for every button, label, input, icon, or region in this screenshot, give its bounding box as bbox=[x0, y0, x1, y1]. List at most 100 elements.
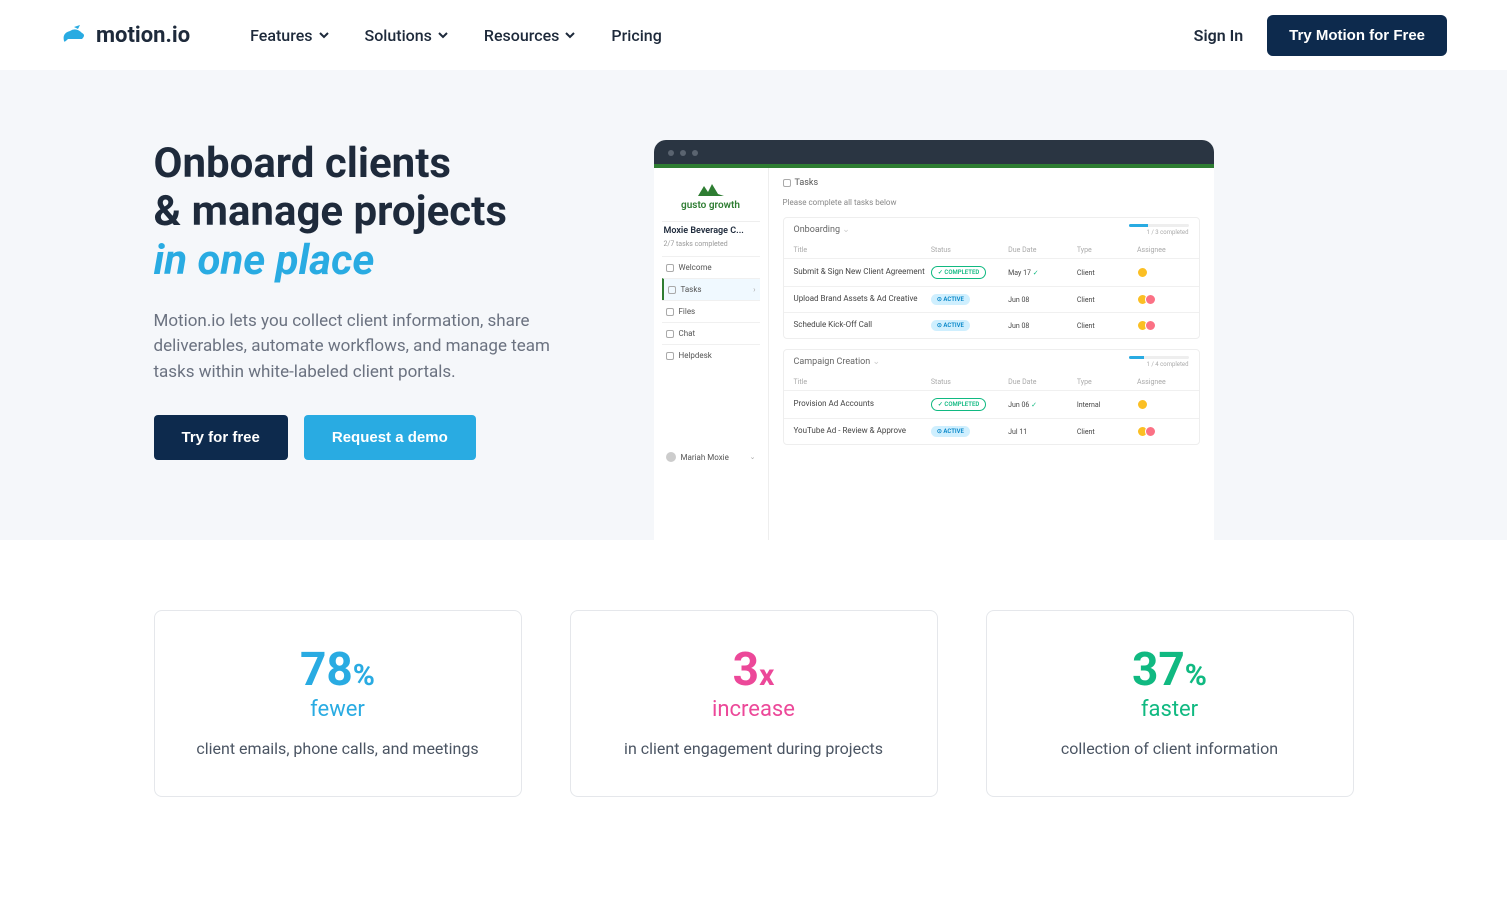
task-assignees bbox=[1137, 320, 1189, 331]
task-row[interactable]: Provision Ad Accounts ✓ COMPLETED Jun 06… bbox=[784, 390, 1199, 418]
nav-label: Features bbox=[250, 26, 312, 45]
hero-section: Onboard clients & manage projects in one… bbox=[0, 70, 1507, 540]
task-status: ⊙ ACTIVE bbox=[931, 320, 1008, 331]
project-progress: 2/7 tasks completed bbox=[662, 240, 760, 256]
column-header: Status bbox=[931, 246, 1008, 254]
nav-item-solutions[interactable]: Solutions bbox=[365, 26, 448, 45]
app-mockup: gusto growth Moxie Beverage C... 2/7 tas… bbox=[654, 140, 1214, 540]
chevron-down-icon: ⌄ bbox=[873, 357, 881, 367]
section-header[interactable]: Onboarding ⌄ 1 / 3 completed bbox=[784, 218, 1199, 242]
nav-item-pricing[interactable]: Pricing bbox=[611, 26, 661, 45]
section-progress: 1 / 3 completed bbox=[1129, 224, 1189, 236]
stat-card: 3x increase in client engagement during … bbox=[570, 610, 938, 797]
stat-description: collection of client information bbox=[1011, 738, 1329, 760]
logo[interactable]: motion.io bbox=[60, 23, 190, 48]
project-name: Moxie Beverage C... bbox=[662, 221, 760, 240]
hero-ctas: Try for free Request a demo bbox=[154, 415, 594, 460]
task-title: Schedule Kick-Off Call bbox=[794, 320, 931, 330]
task-section: Campaign Creation ⌄ 1 / 4 completed Titl… bbox=[783, 349, 1200, 445]
table-header: TitleStatusDue DateTypeAssignee bbox=[784, 242, 1199, 258]
nav-label: Helpdesk bbox=[679, 351, 712, 360]
task-title: Submit & Sign New Client Agreement bbox=[794, 267, 931, 277]
nav-label: Solutions bbox=[365, 26, 432, 45]
section-header[interactable]: Campaign Creation ⌄ 1 / 4 completed bbox=[784, 350, 1199, 374]
mockup-sidebar: gusto growth Moxie Beverage C... 2/7 tas… bbox=[654, 168, 769, 540]
sidebar-item-welcome[interactable]: Welcome bbox=[662, 256, 760, 278]
header-left: motion.io Features Solutions Resources P… bbox=[60, 23, 662, 48]
avatar bbox=[1137, 267, 1148, 278]
task-assignees bbox=[1137, 294, 1189, 305]
chevron-down-icon bbox=[319, 30, 329, 40]
avatar bbox=[1145, 320, 1156, 331]
progress-text: 1 / 3 completed bbox=[1146, 229, 1188, 236]
task-row[interactable]: Schedule Kick-Off Call ⊙ ACTIVE Jun 08 C… bbox=[784, 312, 1199, 338]
task-status: ✓ COMPLETED bbox=[931, 266, 1008, 279]
page-heading: Tasks bbox=[783, 178, 1200, 188]
nav-label: Resources bbox=[484, 26, 560, 45]
logo-text: motion.io bbox=[96, 23, 190, 48]
task-row[interactable]: Upload Brand Assets & Ad Creative ⊙ ACTI… bbox=[784, 286, 1199, 312]
section-progress: 1 / 4 completed bbox=[1129, 356, 1189, 368]
section-title: Campaign Creation ⌄ bbox=[794, 357, 881, 367]
sidebar-item-helpdesk[interactable]: Helpdesk bbox=[662, 344, 760, 366]
site-header: motion.io Features Solutions Resources P… bbox=[0, 0, 1507, 70]
current-user[interactable]: Mariah Moxie ⌄ bbox=[662, 446, 760, 468]
chevron-down-icon bbox=[438, 30, 448, 40]
stat-description: client emails, phone calls, and meetings bbox=[179, 738, 497, 760]
try-free-button[interactable]: Try Motion for Free bbox=[1267, 15, 1447, 56]
chevron-right-icon: › bbox=[753, 285, 755, 294]
chevron-down-icon: ⌄ bbox=[750, 453, 756, 461]
nav-item-resources[interactable]: Resources bbox=[484, 26, 576, 45]
hero-description: Motion.io lets you collect client inform… bbox=[154, 309, 594, 386]
stat-number: 78% bbox=[179, 647, 497, 693]
nav-label: Files bbox=[679, 307, 696, 316]
nav-icon bbox=[668, 286, 676, 294]
heading-text: Tasks bbox=[795, 178, 819, 188]
sidebar-item-files[interactable]: Files bbox=[662, 300, 760, 322]
stat-label: increase bbox=[595, 697, 913, 722]
header-right: Sign In Try Motion for Free bbox=[1194, 15, 1447, 56]
portal-logo: gusto growth bbox=[662, 176, 760, 221]
task-assignees bbox=[1137, 426, 1189, 437]
hero-mockup: gusto growth Moxie Beverage C... 2/7 tas… bbox=[654, 140, 1354, 540]
task-status: ✓ COMPLETED bbox=[931, 398, 1008, 411]
column-header: Type bbox=[1077, 246, 1137, 254]
logo-icon bbox=[60, 23, 88, 47]
stat-label: fewer bbox=[179, 697, 497, 722]
task-assignees bbox=[1137, 399, 1189, 410]
task-type: Client bbox=[1077, 269, 1137, 277]
main-nav: Features Solutions Resources Pricing bbox=[250, 26, 662, 45]
nav-label: Pricing bbox=[611, 26, 661, 45]
nav-icon bbox=[666, 308, 674, 316]
request-demo-button[interactable]: Request a demo bbox=[304, 415, 476, 460]
tasks-icon bbox=[783, 179, 791, 187]
task-title: Upload Brand Assets & Ad Creative bbox=[794, 294, 931, 304]
task-status: ⊙ ACTIVE bbox=[931, 294, 1008, 305]
column-header: Due Date bbox=[1008, 378, 1077, 386]
column-header: Type bbox=[1077, 378, 1137, 386]
table-header: TitleStatusDue DateTypeAssignee bbox=[784, 374, 1199, 390]
nav-icon bbox=[666, 264, 674, 272]
task-type: Client bbox=[1077, 296, 1137, 304]
task-due: May 17 ✓ bbox=[1008, 269, 1077, 277]
column-header: Title bbox=[794, 378, 931, 386]
task-type: Client bbox=[1077, 322, 1137, 330]
portal-brand: gusto growth bbox=[681, 200, 740, 211]
sidebar-item-tasks[interactable]: Tasks› bbox=[662, 278, 760, 300]
chevron-down-icon bbox=[565, 30, 575, 40]
section-title: Onboarding ⌄ bbox=[794, 225, 850, 235]
stats-section: 78% fewer client emails, phone calls, an… bbox=[0, 540, 1507, 837]
stat-card: 78% fewer client emails, phone calls, an… bbox=[154, 610, 522, 797]
progress-bar bbox=[1129, 356, 1189, 359]
task-due: Jun 06 ✓ bbox=[1008, 401, 1077, 409]
try-free-button[interactable]: Try for free bbox=[154, 415, 288, 460]
nav-label: Welcome bbox=[679, 263, 712, 272]
sidebar-item-chat[interactable]: Chat bbox=[662, 322, 760, 344]
nav-item-features[interactable]: Features bbox=[250, 26, 328, 45]
task-row[interactable]: Submit & Sign New Client Agreement ✓ COM… bbox=[784, 258, 1199, 286]
title-line: & manage projects bbox=[154, 187, 507, 236]
task-row[interactable]: YouTube Ad - Review & Approve ⊙ ACTIVE J… bbox=[784, 418, 1199, 444]
signin-link[interactable]: Sign In bbox=[1194, 26, 1243, 45]
progress-bar bbox=[1129, 224, 1189, 227]
user-name: Mariah Moxie bbox=[681, 453, 729, 462]
